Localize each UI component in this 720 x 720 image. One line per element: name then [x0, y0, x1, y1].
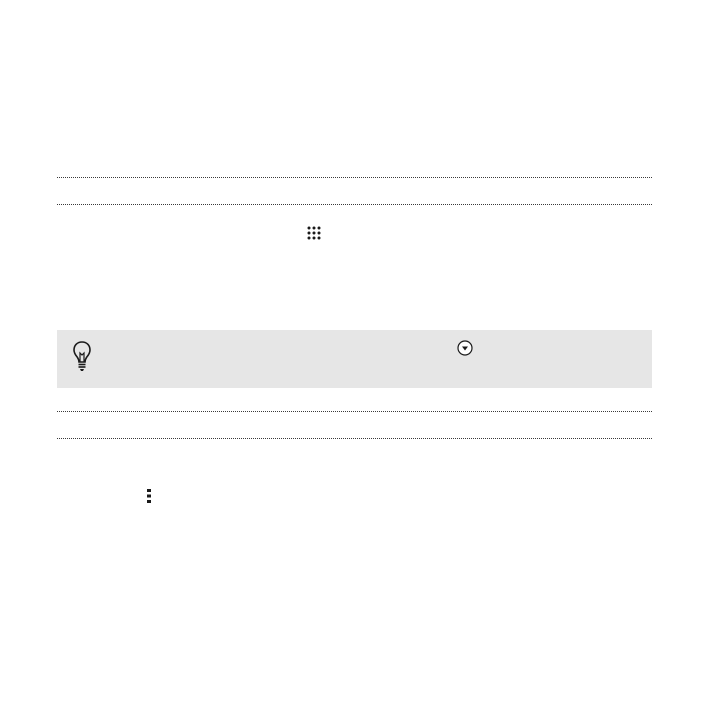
- apps-grid-icon: [307, 226, 321, 240]
- lightbulb-icon: [73, 341, 91, 371]
- section-divider-bottom-1: [57, 411, 652, 412]
- more-vertical-icon: [147, 489, 151, 503]
- section-divider-top-2: [57, 204, 652, 205]
- tip-box: [57, 330, 652, 388]
- section-divider-bottom-2: [57, 438, 652, 439]
- section-divider-top-1: [57, 177, 652, 178]
- chevron-down-circle-icon: [457, 340, 473, 356]
